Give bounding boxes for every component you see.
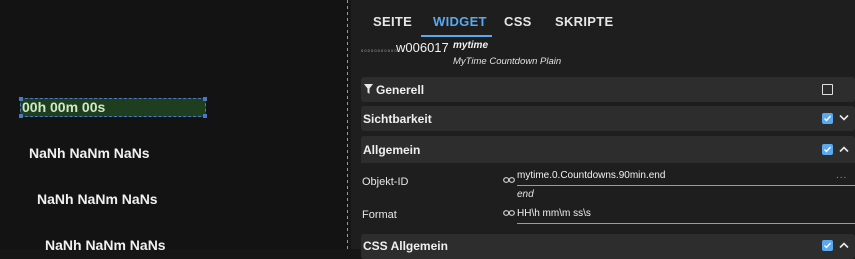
group-sichtbarkeit-title: Sichtbarkeit: [363, 112, 432, 126]
selected-widget-text: 00h 00m 00s: [22, 99, 106, 115]
format-underline: [517, 223, 855, 224]
resize-handle[interactable]: [19, 114, 23, 118]
group-allgemein-title: Allgemein: [363, 143, 421, 157]
tab-seite[interactable]: SEITE: [373, 14, 412, 29]
chevron-down-icon[interactable]: [839, 114, 849, 122]
active-tab-indicator: [421, 35, 492, 37]
tab-skripte[interactable]: SKRIPTE: [555, 14, 613, 29]
countdown-widget-2[interactable]: NaNh NaNm NaNs: [37, 191, 158, 207]
objekt-id-label: Objekt-ID: [362, 176, 409, 188]
group-css-allgemein-title: CSS Allgemein: [363, 239, 448, 253]
css-allgemein-checkbox[interactable]: [822, 240, 833, 251]
widget-name: MyTime Countdown Plain: [453, 56, 562, 67]
tab-bar: SEITE WIDGET CSS SKRIPTE: [351, 0, 855, 38]
group-css-allgemein[interactable]: CSS Allgemein: [361, 234, 855, 259]
canvas-border: [347, 0, 348, 249]
objekt-id-underline: [517, 185, 855, 186]
selected-countdown-widget[interactable]: 00h 00m 00s: [20, 98, 206, 117]
countdown-widget-3[interactable]: NaNh NaNm NaNs: [45, 237, 166, 253]
resize-handle[interactable]: [19, 97, 23, 101]
chevron-up-icon[interactable]: [839, 145, 849, 153]
tab-widget[interactable]: WIDGET: [433, 14, 487, 29]
objekt-id-input[interactable]: mytime.0.Countdowns.90min.end: [517, 170, 665, 181]
widget-set: mytime: [453, 40, 489, 51]
widget-canvas[interactable]: 00h 00m 00s NaNh NaNm NaNs NaNh NaNm NaN…: [0, 0, 348, 253]
allgemein-checkbox[interactable]: [822, 144, 833, 155]
group-allgemein[interactable]: Allgemein: [361, 136, 855, 163]
filter-icon: [364, 84, 373, 94]
sichtbarkeit-checkbox[interactable]: [822, 113, 833, 124]
format-label: Format: [362, 209, 397, 221]
allgemein-fields: Objekt-ID mytime.0.Countdowns.90min.end …: [361, 163, 855, 233]
resize-handle[interactable]: [203, 114, 207, 118]
generell-checkbox[interactable]: [822, 84, 833, 95]
link-icon[interactable]: [503, 209, 515, 217]
properties-panel: SEITE WIDGET CSS SKRIPTE 0 0 0 0 0 0 0 0…: [351, 0, 855, 259]
widget-id: w006017: [396, 40, 449, 55]
group-generell[interactable]: Generell: [361, 77, 855, 102]
countdown-widget-1[interactable]: NaNh NaNm NaNs: [29, 145, 150, 161]
group-generell-title: Generell: [376, 83, 425, 97]
objekt-id-hint: end: [517, 189, 534, 200]
group-sichtbarkeit[interactable]: Sichtbarkeit: [361, 106, 855, 131]
format-input[interactable]: HH\h mm\m ss\s: [517, 208, 591, 219]
widget-preview-thumbnail: 0 0 0 0 0 0 0 0 0 0 0: [361, 48, 397, 53]
objekt-id-browse-button[interactable]: ...: [836, 170, 847, 181]
link-icon[interactable]: [503, 176, 515, 184]
resize-handle[interactable]: [203, 97, 207, 101]
chevron-up-icon[interactable]: [839, 241, 849, 249]
tab-css[interactable]: CSS: [504, 14, 532, 29]
